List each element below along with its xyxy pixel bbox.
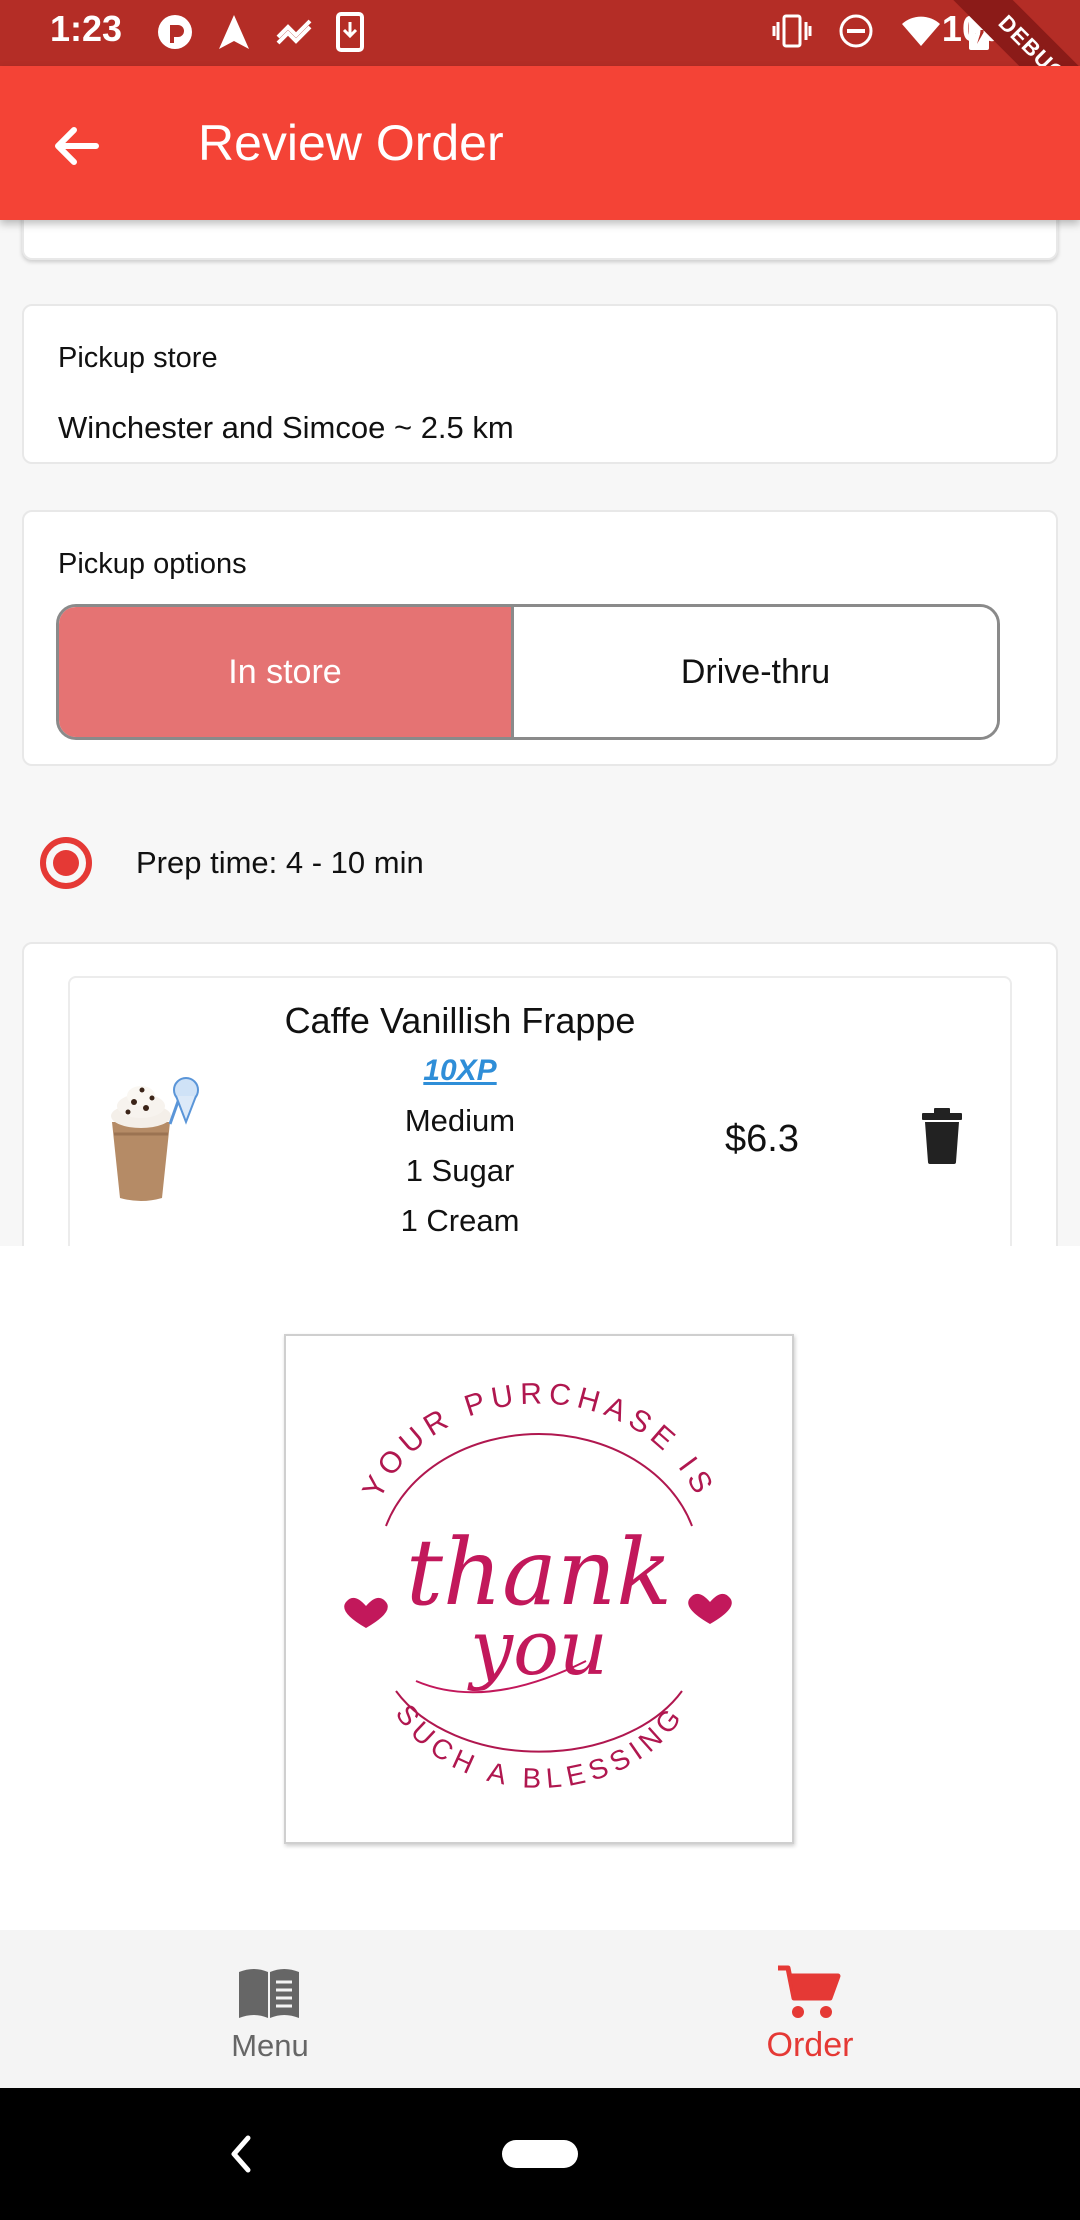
wifi-icon (902, 16, 940, 46)
script-you: you (467, 1603, 608, 1692)
pickup-options-label: Pickup options (58, 548, 247, 580)
sync-icon (158, 15, 192, 49)
thank-you-image: YOUR PURCHASE IS thank you SUCH A BLESSI… (284, 1334, 794, 1844)
item-cream: 1 Cream (400, 1203, 520, 1238)
option-in-store[interactable]: In store (59, 607, 514, 737)
previous-card (22, 220, 1058, 260)
arrow-back-icon[interactable] (46, 116, 106, 176)
thank-you-panel: YOUR PURCHASE IS thank you SUCH A BLESSI… (0, 1246, 1080, 1930)
option-drive-thru[interactable]: Drive-thru (514, 607, 997, 737)
nav-menu-label: Menu (231, 2028, 309, 2063)
item-name: Caffe Vanillish Frappe (284, 1000, 636, 1041)
status-left-icons (156, 12, 364, 52)
item-details: Caffe Vanillish Frappe 10XP Medium 1 Sug… (260, 996, 660, 1246)
navigation-icon (219, 15, 249, 49)
dnd-icon (839, 14, 873, 48)
nav-order[interactable]: Order (540, 1930, 1080, 2088)
app-bar: Review Order (0, 66, 1080, 220)
pickup-store-label: Pickup store (58, 342, 218, 374)
frappe-image (111, 1077, 199, 1201)
book-icon (239, 1969, 299, 2018)
pickup-options-toggle: In store Drive-thru (56, 604, 1000, 740)
nav-order-label: Order (766, 2026, 854, 2064)
download-icon (336, 12, 364, 52)
chevron-left-icon[interactable] (226, 2132, 256, 2176)
trash-icon[interactable] (922, 1108, 962, 1164)
svg-text:SUCH A BLESSING: SUCH A BLESSING (390, 1699, 691, 1795)
prep-time-text: Prep time: 4 - 10 min (136, 845, 424, 880)
page-title: Review Order (198, 115, 504, 171)
item-xp-link[interactable]: 10XP (260, 1046, 660, 1096)
heart-right-icon (688, 1593, 732, 1624)
status-bar: 1:23 100% DEBUG (0, 0, 1080, 135)
bottom-navigation: Menu Order (0, 1930, 1080, 2088)
link-icon (276, 19, 312, 45)
pickup-store-value: Winchester and Simcoe ~ 2.5 km (58, 410, 514, 445)
bottom-arc-text: SUCH A BLESSING (390, 1699, 685, 1795)
item-sugar: 1 Sugar (405, 1153, 515, 1188)
order-item[interactable]: Caffe Vanillish Frappe 10XP Medium 1 Sug… (68, 976, 1012, 1246)
item-price: $6.3 (725, 1118, 799, 1160)
system-navigation-bar (0, 2088, 1080, 2220)
radio-dot (53, 850, 79, 876)
thank-you-graphic: YOUR PURCHASE IS thank you SUCH A BLESSI… (344, 1377, 732, 1795)
status-time: 1:23 (50, 8, 123, 49)
item-size: Medium (404, 1103, 516, 1138)
cart-icon (778, 1965, 841, 2018)
prep-time-radio[interactable] (40, 837, 92, 889)
vibrate-icon (772, 14, 812, 48)
order-review-list[interactable]: Pickup store Winchester and Simcoe ~ 2.5… (0, 220, 1080, 1246)
prep-time-row: Prep time: 4 - 10 min (40, 828, 424, 898)
home-pill-icon[interactable] (502, 2140, 578, 2168)
nav-menu[interactable]: Menu (0, 1930, 540, 2088)
heart-left-icon (344, 1597, 388, 1628)
